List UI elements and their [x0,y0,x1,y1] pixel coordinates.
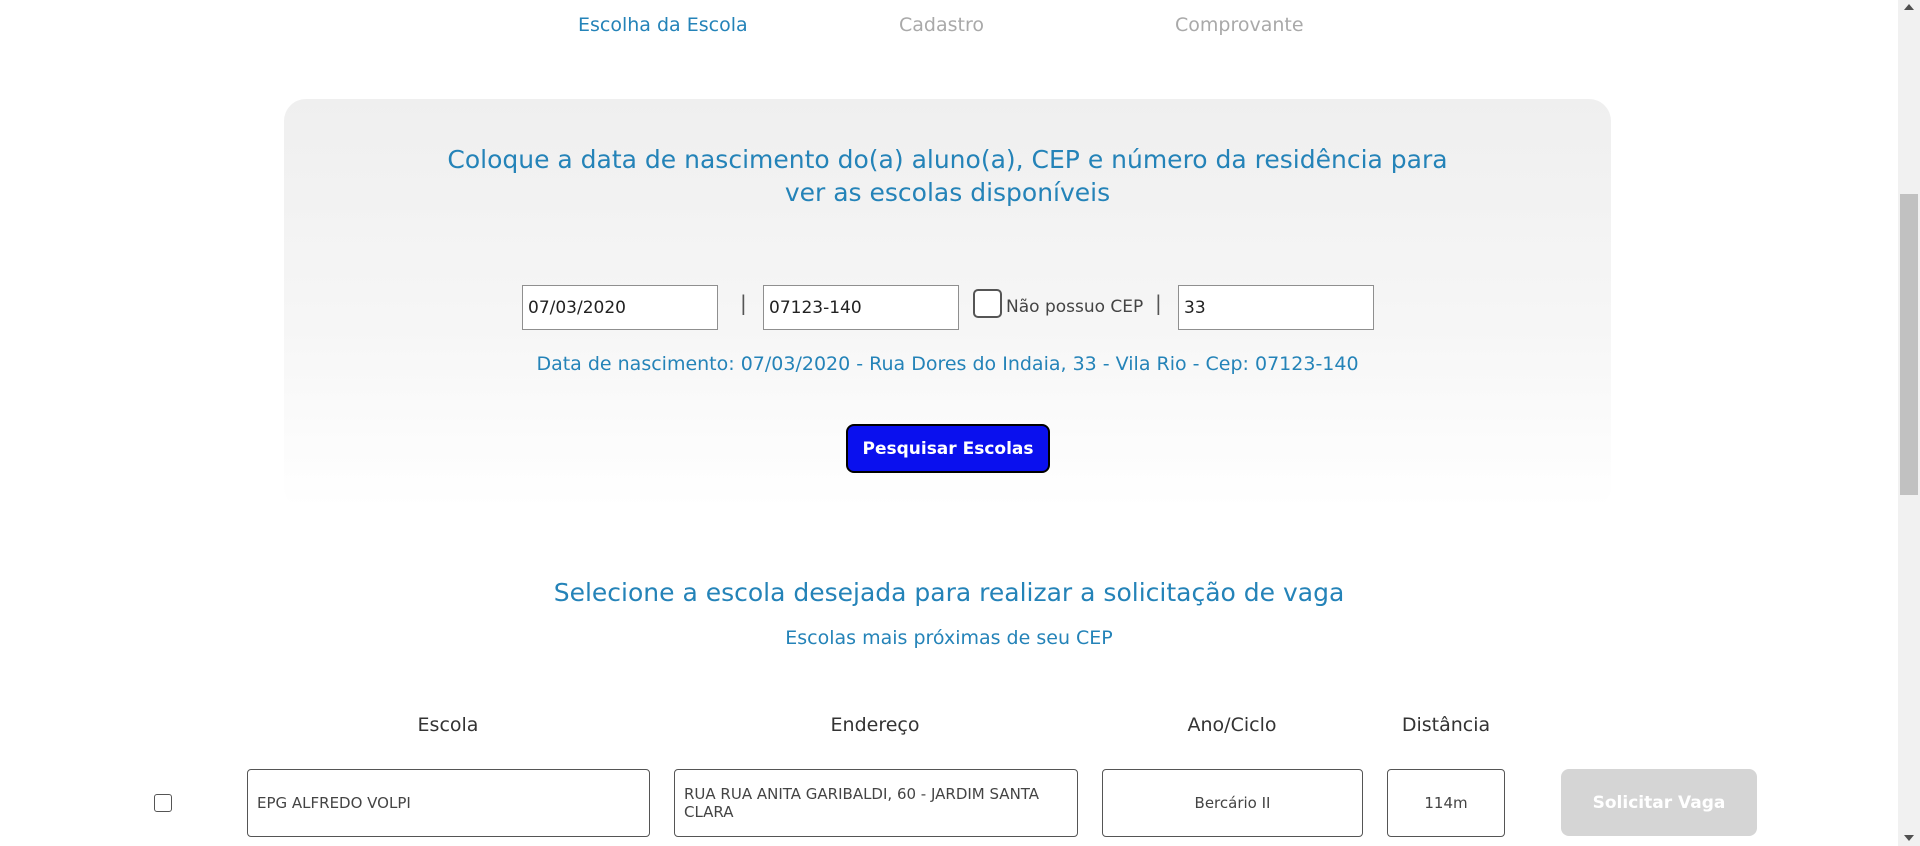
request-slot-button[interactable]: Solicitar Vaga [1561,769,1757,836]
step-school-choice: Escolha da Escola [578,14,748,36]
cep-input[interactable]: 07123-140 [763,285,959,330]
column-header-address: Endereço [830,714,920,736]
scroll-down-arrow-icon[interactable] [1904,835,1914,841]
address-cell: RUA RUA ANITA GARIBALDI, 60 - JARDIM SAN… [674,769,1078,837]
page: Escolha da Escola Cadastro Comprovante C… [0,0,1920,846]
no-cep-label: Não possuo CEP [1006,297,1144,317]
search-schools-button[interactable]: Pesquisar Escolas [846,424,1050,473]
search-panel: Coloque a data de nascimento do(a) aluno… [284,99,1611,509]
separator: | [1155,291,1162,315]
school-cell: EPG ALFREDO VOLPI [247,769,650,837]
search-panel-title: Coloque a data de nascimento do(a) aluno… [447,145,1448,207]
scrollbar-thumb[interactable] [1900,194,1918,495]
column-header-distance: Distância [1401,714,1491,736]
column-header-grade: Ano/Ciclo [1187,714,1277,736]
step-receipt: Comprovante [1175,14,1304,36]
vertical-scrollbar[interactable] [1898,0,1920,846]
results-title: Selecione a escola desejada para realiza… [553,578,1345,607]
distance-cell: 114m [1387,769,1505,837]
search-summary: Data de nascimento: 07/03/2020 - Rua Dor… [536,353,1359,375]
house-number-input[interactable]: 33 [1178,285,1374,330]
step-registration: Cadastro [899,14,984,36]
scroll-up-arrow-icon[interactable] [1904,4,1914,10]
results-subtitle: Escolas mais próximas de seu CEP [785,627,1113,649]
row-select-checkbox[interactable] [154,794,172,812]
grade-cell: Bercário II [1102,769,1363,837]
progress-steps: Escolha da Escola Cadastro Comprovante [0,14,1898,44]
column-header-school: Escola [417,714,479,736]
birth-date-input[interactable]: 07/03/2020 [522,285,718,330]
separator: | [740,291,747,315]
no-cep-checkbox[interactable] [973,289,1002,318]
